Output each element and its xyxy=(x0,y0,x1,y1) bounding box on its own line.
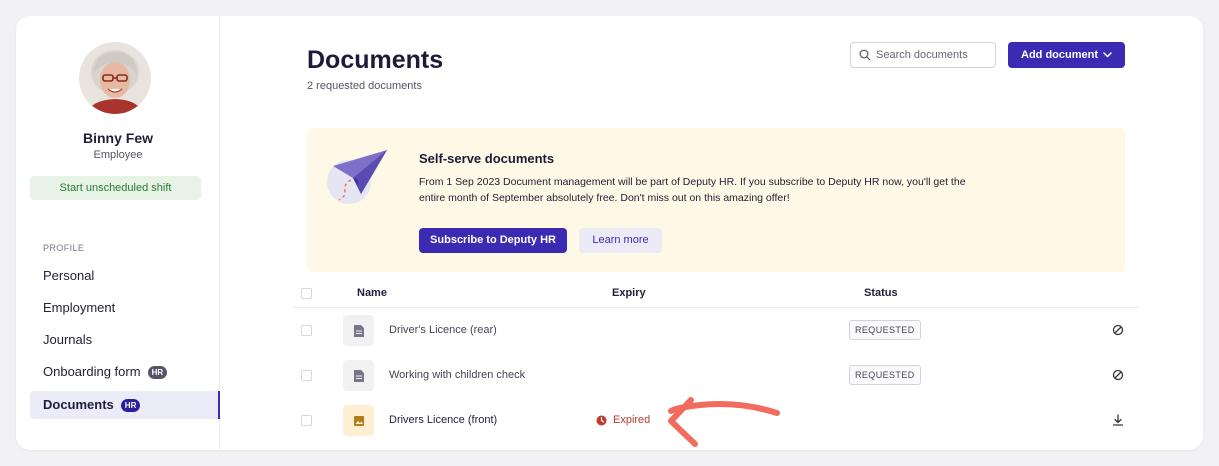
sidebar-item-personal[interactable]: Personal xyxy=(30,262,220,290)
sidebar-item-label: Onboarding form xyxy=(43,364,141,379)
profile-role: Employee xyxy=(93,149,143,161)
sidebar-item-label: Employment xyxy=(43,300,116,315)
start-unscheduled-shift-button[interactable]: Start unscheduled shift xyxy=(30,176,201,200)
sidebar-item-label: Personal xyxy=(43,268,95,283)
hr-badge: HR xyxy=(120,398,141,412)
banner-body: From 1 Sep 2023 Document management will… xyxy=(419,176,966,204)
sidebar-item-label: Documents xyxy=(43,397,114,412)
sidebar-item-documents[interactable]: Documents HR xyxy=(30,391,220,419)
row-checkbox[interactable] xyxy=(301,370,312,381)
self-serve-banner: Self-serve documents From 1 Sep 2023 Doc… xyxy=(307,128,1125,272)
page-subtitle: 2 requested documents xyxy=(307,80,422,92)
row-checkbox[interactable] xyxy=(301,325,312,336)
sidebar-item-label: Journals xyxy=(43,332,93,347)
select-all-checkbox[interactable] xyxy=(301,288,312,299)
status-badge: REQUESTED xyxy=(849,365,921,385)
profile-name: Binny Few xyxy=(82,130,153,146)
sidebar-item-journals[interactable]: Journals xyxy=(30,326,220,354)
banner-title: Self-serve documents xyxy=(419,151,555,166)
column-header-name: Name xyxy=(357,287,387,299)
add-document-button[interactable]: Add document xyxy=(1008,42,1125,68)
hr-badge: HR xyxy=(147,365,168,379)
annotation-arrow-icon xyxy=(668,397,780,447)
status-badge: REQUESTED xyxy=(849,320,921,340)
avatar xyxy=(79,42,151,114)
download-icon[interactable] xyxy=(1111,413,1125,427)
row-checkbox[interactable] xyxy=(301,415,312,426)
document-icon xyxy=(343,360,374,391)
page-title: Documents xyxy=(307,46,444,74)
sidebar-item-onboarding-form[interactable]: Onboarding form HR xyxy=(30,358,220,386)
learn-more-button[interactable]: Learn more xyxy=(579,228,662,253)
search-input[interactable] xyxy=(876,49,988,61)
chevron-down-icon xyxy=(1103,52,1112,58)
section-label-profile: PROFILE xyxy=(43,243,85,253)
sidebar-item-employment[interactable]: Employment xyxy=(30,294,220,322)
image-icon xyxy=(343,405,374,436)
subscribe-button[interactable]: Subscribe to Deputy HR xyxy=(419,228,567,253)
table-row[interactable]: Driver's Licence (rear) REQUESTED xyxy=(293,308,1139,353)
search-icon xyxy=(859,49,871,61)
column-header-status: Status xyxy=(864,287,898,299)
document-icon xyxy=(343,315,374,346)
paper-plane-icon xyxy=(327,150,387,204)
column-header-expiry: Expiry xyxy=(612,287,646,299)
search-box[interactable] xyxy=(850,42,996,68)
add-document-label: Add document xyxy=(1021,49,1098,61)
block-icon[interactable] xyxy=(1111,323,1125,337)
table-header: Name Expiry Status xyxy=(293,278,1139,308)
profile-sidebar: Binny Few Employee Start unscheduled shi… xyxy=(16,16,220,450)
block-icon[interactable] xyxy=(1111,368,1125,382)
document-name[interactable]: Driver's Licence (rear) xyxy=(389,324,497,336)
